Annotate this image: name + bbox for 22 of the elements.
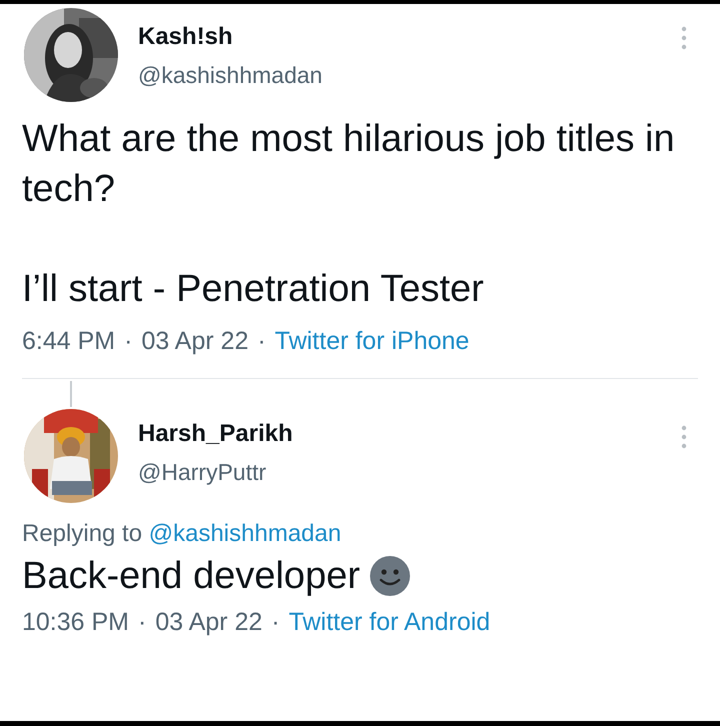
mention-link[interactable]: @kashishhmadan [148,520,342,547]
more-icon[interactable] [680,26,688,50]
source-link[interactable]: Twitter for Android [288,605,490,639]
author-handle[interactable]: @kashishhmadan [138,60,322,90]
smiley-icon [370,556,410,596]
tweet-time: 6:44 PM [22,326,116,357]
tweet-text: I’ll start - Penetration Tester [22,267,484,312]
replying-label: Replying to [22,520,142,547]
author-handle[interactable]: @HarryPuttr [138,457,293,487]
author-name[interactable]: Kash!sh [138,22,322,52]
source-link[interactable]: Twitter for iPhone [274,324,470,358]
more-icon[interactable] [680,425,688,449]
separator-dot: · [257,326,266,357]
author-name[interactable]: Harsh_Parikh [138,419,293,449]
tweet-text: What are the most hilarious job titles in tech? [22,117,676,212]
separator-dot: · [271,607,280,638]
separator-dot: · [124,326,132,357]
tweet-text: Back-end developer [22,554,360,599]
tweet-time: 10:36 PM [22,607,130,638]
tweet-date: 03 Apr 22 [155,607,262,638]
separator-dot: · [138,607,146,638]
tweet-date: 03 Apr 22 [141,326,248,357]
